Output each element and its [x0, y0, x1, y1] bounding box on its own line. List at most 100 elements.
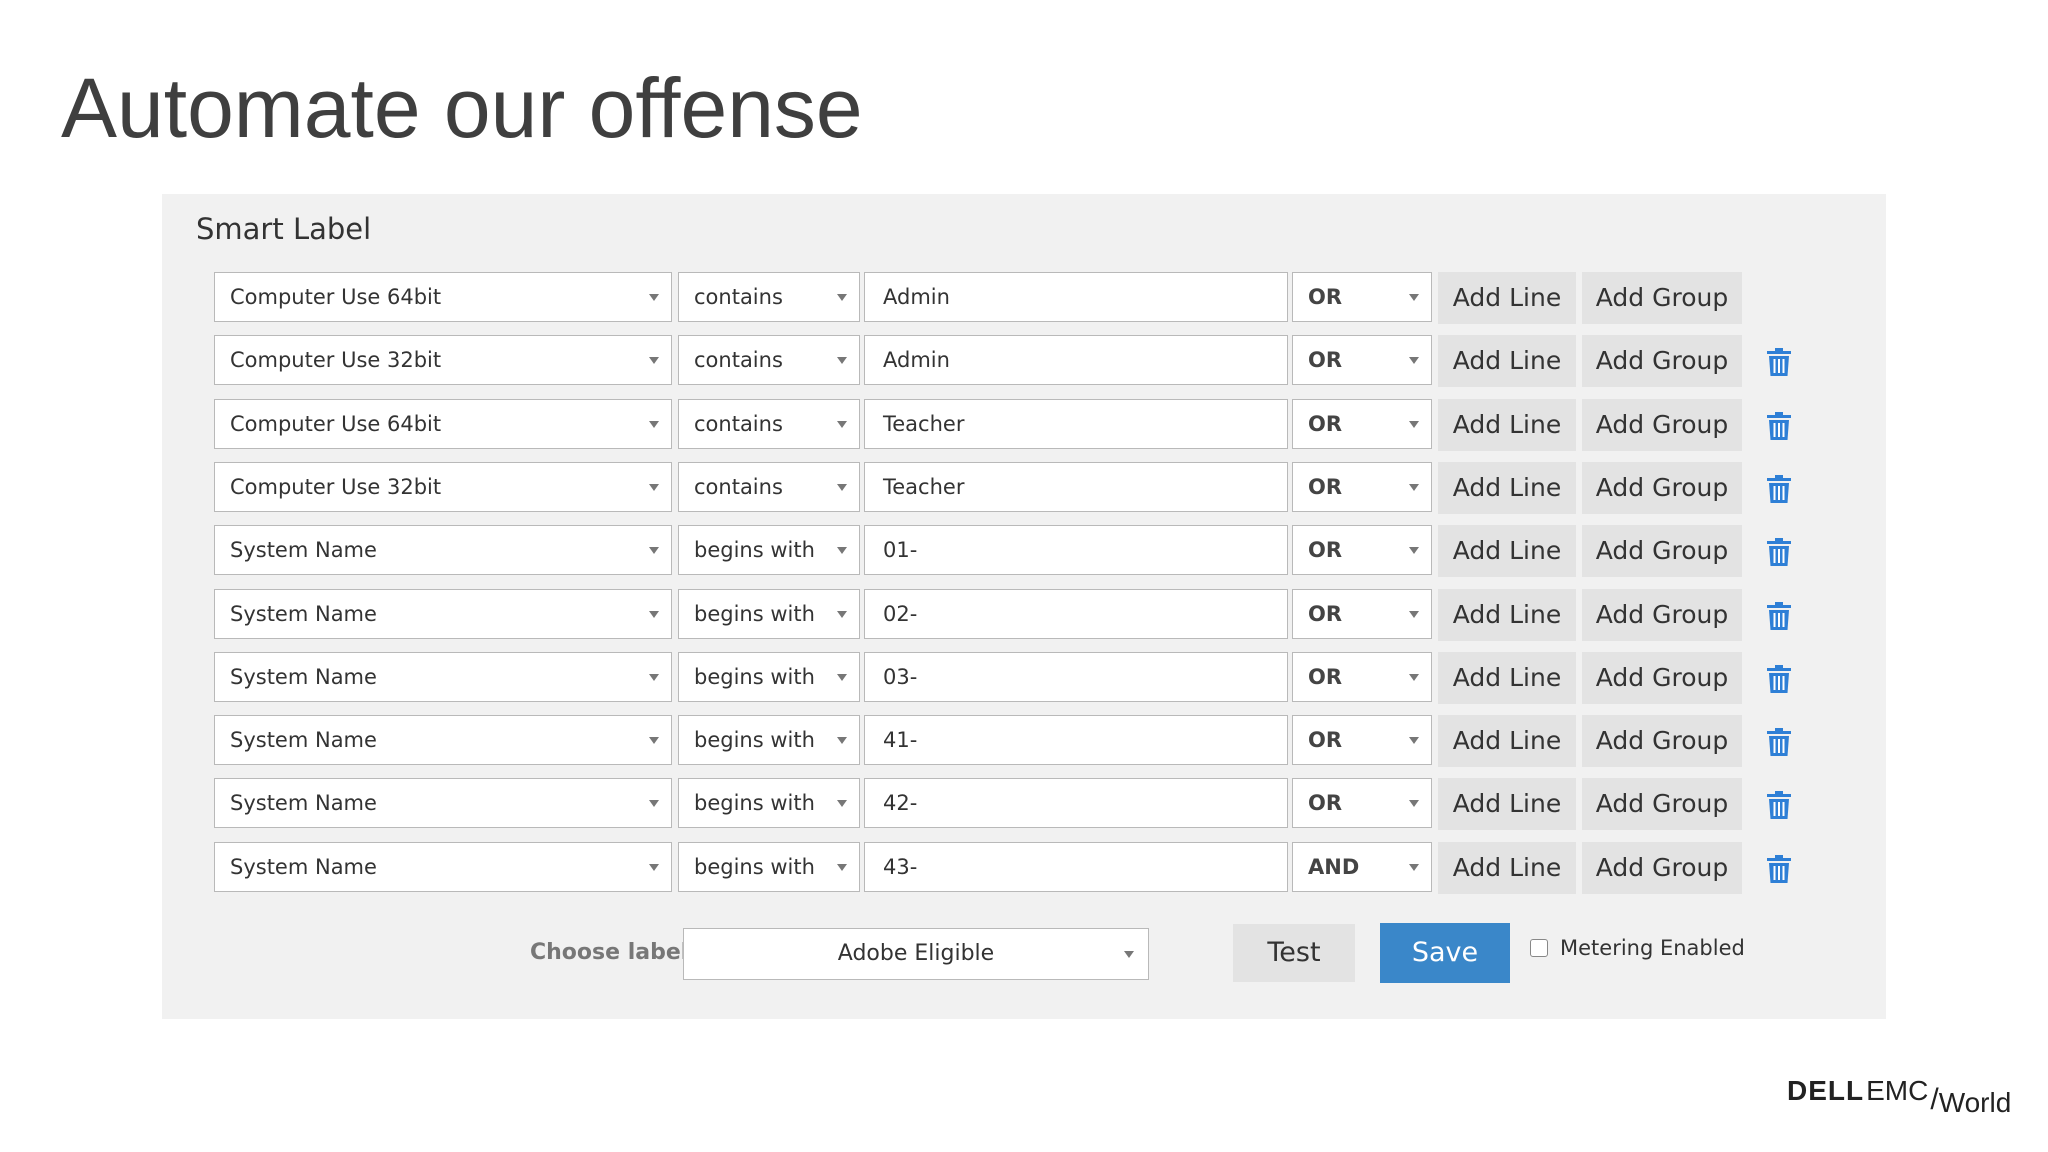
- logo-world: World: [1938, 1087, 2012, 1118]
- metering-checkbox[interactable]: [1530, 939, 1548, 957]
- value-input[interactable]: 41-: [864, 715, 1288, 765]
- field-select[interactable]: Computer Use 64bit: [214, 272, 672, 322]
- conjunction-select[interactable]: OR: [1292, 778, 1432, 828]
- add-line-button[interactable]: Add Line: [1438, 778, 1576, 830]
- add-line-button[interactable]: Add Line: [1438, 525, 1576, 577]
- add-group-button[interactable]: Add Group: [1582, 652, 1742, 704]
- add-group-button[interactable]: Add Group: [1582, 272, 1742, 324]
- test-button[interactable]: Test: [1233, 924, 1355, 982]
- value-input[interactable]: 03-: [864, 652, 1288, 702]
- chevron-down-icon: [837, 611, 847, 618]
- add-line-button[interactable]: Add Line: [1438, 842, 1576, 894]
- field-select[interactable]: System Name: [214, 715, 672, 765]
- add-group-button[interactable]: Add Group: [1582, 525, 1742, 577]
- chevron-down-icon: [649, 674, 659, 681]
- logo-dell: DELL: [1787, 1075, 1865, 1106]
- field-select[interactable]: Computer Use 32bit: [214, 462, 672, 512]
- add-line-button[interactable]: Add Line: [1438, 715, 1576, 767]
- field-select-value: System Name: [230, 602, 377, 626]
- trash-icon[interactable]: [1766, 665, 1792, 693]
- chevron-down-icon: [837, 800, 847, 807]
- conjunction-select[interactable]: OR: [1292, 715, 1432, 765]
- operator-select[interactable]: contains: [678, 272, 860, 322]
- chevron-down-icon: [1409, 611, 1419, 618]
- value-input[interactable]: Admin: [864, 272, 1288, 322]
- trash-icon[interactable]: [1766, 538, 1792, 566]
- operator-select-value: begins with: [694, 728, 815, 752]
- add-line-button[interactable]: Add Line: [1438, 399, 1576, 451]
- field-select[interactable]: System Name: [214, 778, 672, 828]
- conjunction-select[interactable]: OR: [1292, 272, 1432, 322]
- value-input[interactable]: 02-: [864, 589, 1288, 639]
- conjunction-select-value: OR: [1308, 285, 1343, 309]
- chevron-down-icon: [1409, 484, 1419, 491]
- field-select-value: System Name: [230, 855, 377, 879]
- trash-icon[interactable]: [1766, 602, 1792, 630]
- field-select[interactable]: System Name: [214, 525, 672, 575]
- add-group-button[interactable]: Add Group: [1582, 335, 1742, 387]
- operator-select[interactable]: contains: [678, 462, 860, 512]
- conjunction-select[interactable]: OR: [1292, 462, 1432, 512]
- operator-select[interactable]: begins with: [678, 589, 860, 639]
- add-group-button[interactable]: Add Group: [1582, 462, 1742, 514]
- value-input[interactable]: Admin: [864, 335, 1288, 385]
- add-group-button[interactable]: Add Group: [1582, 715, 1742, 767]
- add-group-button[interactable]: Add Group: [1582, 399, 1742, 451]
- conjunction-select[interactable]: OR: [1292, 589, 1432, 639]
- value-input[interactable]: 42-: [864, 778, 1288, 828]
- chevron-down-icon: [1409, 800, 1419, 807]
- operator-select[interactable]: begins with: [678, 842, 860, 892]
- criteria-row: Computer Use 64bit contains Admin OR Add Lin…: [214, 272, 1814, 324]
- operator-select[interactable]: begins with: [678, 652, 860, 702]
- field-select[interactable]: System Name: [214, 842, 672, 892]
- slide-title: Automate our offense: [61, 61, 863, 155]
- operator-select[interactable]: begins with: [678, 715, 860, 765]
- field-select-value: Computer Use 32bit: [230, 348, 442, 372]
- chevron-down-icon: [649, 864, 659, 871]
- add-line-button[interactable]: Add Line: [1438, 462, 1576, 514]
- trash-icon[interactable]: [1766, 728, 1792, 756]
- trash-icon[interactable]: [1766, 475, 1792, 503]
- add-group-button[interactable]: Add Group: [1582, 589, 1742, 641]
- save-button[interactable]: Save: [1380, 923, 1510, 983]
- logo-slash: /: [1930, 1083, 1939, 1116]
- operator-select[interactable]: contains: [678, 399, 860, 449]
- trash-icon[interactable]: [1766, 348, 1792, 376]
- value-input[interactable]: 01-: [864, 525, 1288, 575]
- dell-emc-world-logo: DELL EMC / World: [1787, 1075, 2011, 1117]
- add-line-button[interactable]: Add Line: [1438, 335, 1576, 387]
- field-select[interactable]: System Name: [214, 652, 672, 702]
- value-input[interactable]: Teacher: [864, 399, 1288, 449]
- chevron-down-icon: [837, 547, 847, 554]
- trash-icon[interactable]: [1766, 855, 1792, 883]
- conjunction-select[interactable]: OR: [1292, 525, 1432, 575]
- field-select[interactable]: System Name: [214, 589, 672, 639]
- operator-select-value: contains: [694, 285, 783, 309]
- operator-select[interactable]: contains: [678, 335, 860, 385]
- conjunction-select[interactable]: AND: [1292, 842, 1432, 892]
- value-input[interactable]: 43-: [864, 842, 1288, 892]
- conjunction-select[interactable]: OR: [1292, 399, 1432, 449]
- add-line-button[interactable]: Add Line: [1438, 589, 1576, 641]
- trash-icon[interactable]: [1766, 791, 1792, 819]
- field-select[interactable]: Computer Use 32bit: [214, 335, 672, 385]
- conjunction-select[interactable]: OR: [1292, 335, 1432, 385]
- field-select-value: System Name: [230, 538, 377, 562]
- metering-toggle[interactable]: Metering Enabled: [1530, 934, 1745, 962]
- trash-icon[interactable]: [1766, 412, 1792, 440]
- add-line-button[interactable]: Add Line: [1438, 652, 1576, 704]
- label-select[interactable]: Adobe Eligible: [683, 928, 1149, 980]
- chevron-down-icon: [837, 421, 847, 428]
- chevron-down-icon: [837, 864, 847, 871]
- operator-select[interactable]: begins with: [678, 778, 860, 828]
- operator-select[interactable]: begins with: [678, 525, 860, 575]
- logo-emc: EMC: [1866, 1075, 1929, 1106]
- conjunction-select[interactable]: OR: [1292, 652, 1432, 702]
- add-group-button[interactable]: Add Group: [1582, 842, 1742, 894]
- field-select-value: Computer Use 32bit: [230, 475, 442, 499]
- add-line-button[interactable]: Add Line: [1438, 272, 1576, 324]
- add-group-button[interactable]: Add Group: [1582, 778, 1742, 830]
- chevron-down-icon: [649, 357, 659, 364]
- value-input[interactable]: Teacher: [864, 462, 1288, 512]
- field-select[interactable]: Computer Use 64bit: [214, 399, 672, 449]
